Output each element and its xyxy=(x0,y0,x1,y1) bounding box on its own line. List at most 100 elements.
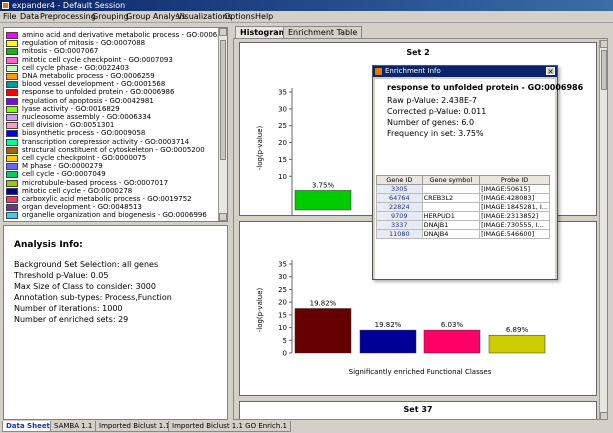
color-swatch xyxy=(6,187,18,195)
y-tick-label: 20 xyxy=(278,299,287,307)
menu-options[interactable]: Options xyxy=(224,11,255,23)
gene-id-cell[interactable]: 9709 xyxy=(376,211,423,221)
bar[interactable] xyxy=(488,334,546,354)
gene-table: Gene ID Gene symbol Probe ID 3305 [IMAGE:… xyxy=(376,175,550,239)
color-swatch xyxy=(6,155,18,162)
color-swatch xyxy=(6,89,18,97)
x-axis-label: Significantly enriched Functional Classe… xyxy=(349,368,492,376)
probe-id-cell: [IMAGE:50615] xyxy=(479,184,550,194)
list-scroll-thumb[interactable] xyxy=(220,40,226,160)
gene-id-cell[interactable]: 22824 xyxy=(376,202,423,212)
view-tabs: Histograms Enrichment Table xyxy=(233,24,608,38)
gene-id-cell[interactable]: 3305 xyxy=(376,184,423,194)
color-swatch xyxy=(6,32,18,39)
go-list-item-label: organelle organization and biogenesis - … xyxy=(22,211,207,220)
list-scrollbar[interactable] xyxy=(218,28,227,221)
y-tick-label: 10 xyxy=(278,173,287,181)
y-tick-label: 15 xyxy=(278,156,287,164)
gene-id-cell[interactable]: 64764 xyxy=(376,193,423,203)
table-row[interactable]: 3305 [IMAGE:50615] xyxy=(376,184,550,194)
menu-bar: File Data Preprocessing Grouping Group A… xyxy=(0,11,613,23)
app-icon xyxy=(2,2,9,9)
color-swatch xyxy=(6,196,18,203)
bottom-sheet-tabs: Data Sheet 1 SAMBA 1.1 Imported Biclust … xyxy=(0,421,613,433)
dialog-title-bar[interactable]: Enrichment Info ✕ xyxy=(373,66,557,77)
frequency-in-set: Frequency in set: 3.75% xyxy=(387,129,484,138)
corrected-p-value: Corrected p-Value: 0.011 xyxy=(387,107,487,116)
color-swatch xyxy=(6,146,18,154)
histogram-scroll-thumb[interactable] xyxy=(601,50,607,90)
color-swatch xyxy=(6,97,18,105)
scroll-down-arrow[interactable] xyxy=(219,213,227,221)
y-tick-label: 25 xyxy=(278,286,287,294)
gene-symbol-cell: DNAJB4 xyxy=(421,229,481,239)
sheet-tab-samba[interactable]: SAMBA 1.1 xyxy=(50,421,97,432)
probe-id-cell: [IMAGE:428083] xyxy=(479,193,550,203)
menu-grouping[interactable]: Grouping xyxy=(92,11,129,23)
menu-help[interactable]: Help xyxy=(255,11,273,23)
color-swatch xyxy=(6,64,18,72)
color-swatch xyxy=(6,163,18,171)
color-swatch xyxy=(6,81,18,89)
y-tick-label: 30 xyxy=(278,105,287,113)
y-tick-label: 5 xyxy=(283,337,287,345)
close-icon[interactable]: ✕ xyxy=(546,67,555,76)
gene-id-cell[interactable]: 11080 xyxy=(376,229,423,239)
analysis-info-heading: Analysis Info: xyxy=(14,240,83,250)
table-row[interactable]: 3337 DNAJB1 [IMAGE:730555, I... xyxy=(376,220,550,230)
color-swatch xyxy=(6,171,18,179)
gene-id-cell[interactable]: 3337 xyxy=(376,220,423,230)
gene-symbol-cell: HERPUD1 xyxy=(421,211,481,221)
tab-enrichment-table[interactable]: Enrichment Table xyxy=(283,26,363,38)
menu-file[interactable]: File xyxy=(3,11,16,23)
col-gene-symbol[interactable]: Gene symbol xyxy=(421,175,481,185)
menu-data[interactable]: Data xyxy=(20,11,39,23)
col-gene-id[interactable]: Gene ID xyxy=(376,175,423,185)
col-probe-id[interactable]: Probe ID xyxy=(479,175,550,185)
color-swatch xyxy=(6,204,18,212)
gene-symbol-cell: DNAJB1 xyxy=(421,220,481,230)
scroll-down-arrow[interactable] xyxy=(600,412,607,419)
info-max-size: Max Size of Class to consider: 3000 xyxy=(14,282,156,291)
y-axis-label: -log(p-value) xyxy=(256,125,264,170)
window-title-bar: expander4 - Default Session xyxy=(0,0,613,11)
y-tick-label: 0 xyxy=(283,350,287,358)
y-axis-label: -log(p-value) xyxy=(256,287,264,332)
bar[interactable] xyxy=(359,329,417,354)
menu-preprocessing[interactable]: Preprocessing xyxy=(40,11,96,23)
color-swatch xyxy=(6,130,18,138)
y-tick-label: 25 xyxy=(278,122,287,130)
table-row[interactable]: 64764 CREB3L2 [IMAGE:428083] xyxy=(376,193,550,203)
color-swatch xyxy=(6,212,18,220)
color-swatch xyxy=(6,138,18,146)
dialog-app-icon xyxy=(375,68,382,75)
info-background-set: Background Set Selection: all genes xyxy=(14,260,159,269)
color-swatch xyxy=(6,48,18,56)
bar[interactable] xyxy=(423,329,481,354)
bar[interactable] xyxy=(294,190,352,211)
table-row[interactable]: 11080 DNAJB4 [IMAGE:546600] xyxy=(376,229,550,239)
color-swatch xyxy=(6,179,18,187)
histogram-scrollbar[interactable] xyxy=(599,40,607,419)
bar-value-label: 3.75% xyxy=(312,181,335,189)
info-enriched-sets: Number of enriched sets: 29 xyxy=(14,315,129,324)
scroll-up-arrow[interactable] xyxy=(219,28,227,36)
table-row[interactable]: 9709 HERPUD1 [IMAGE:2313852] xyxy=(376,211,550,221)
gene-symbol-cell xyxy=(421,184,481,194)
probe-id-cell: [IMAGE:546600] xyxy=(479,229,550,239)
set-37-title: Set 37 xyxy=(403,405,433,414)
bar-value-label: 6.89% xyxy=(506,326,529,334)
gene-symbol-cell: CREB3L2 xyxy=(421,193,481,203)
color-swatch xyxy=(6,105,18,113)
scroll-up-arrow[interactable] xyxy=(600,40,607,48)
go-term-list[interactable]: amino acid and derivative metabolic proc… xyxy=(3,27,228,222)
info-iterations: Number of iterations: 1000 xyxy=(14,304,123,313)
sheet-tab-imported-biclust[interactable]: Imported Biclust 1.1 xyxy=(95,421,174,432)
gene-symbol-cell xyxy=(421,202,481,212)
y-tick-label: 20 xyxy=(278,139,287,147)
dialog-title: Enrichment Info xyxy=(385,67,441,75)
color-swatch xyxy=(6,56,18,64)
table-row[interactable]: 22824 [IMAGE:1845281, I... xyxy=(376,202,550,212)
bar[interactable] xyxy=(294,308,352,354)
sheet-tab-go-enrich[interactable]: Imported Biclust 1.1 GO Enrich.1 xyxy=(168,421,291,432)
